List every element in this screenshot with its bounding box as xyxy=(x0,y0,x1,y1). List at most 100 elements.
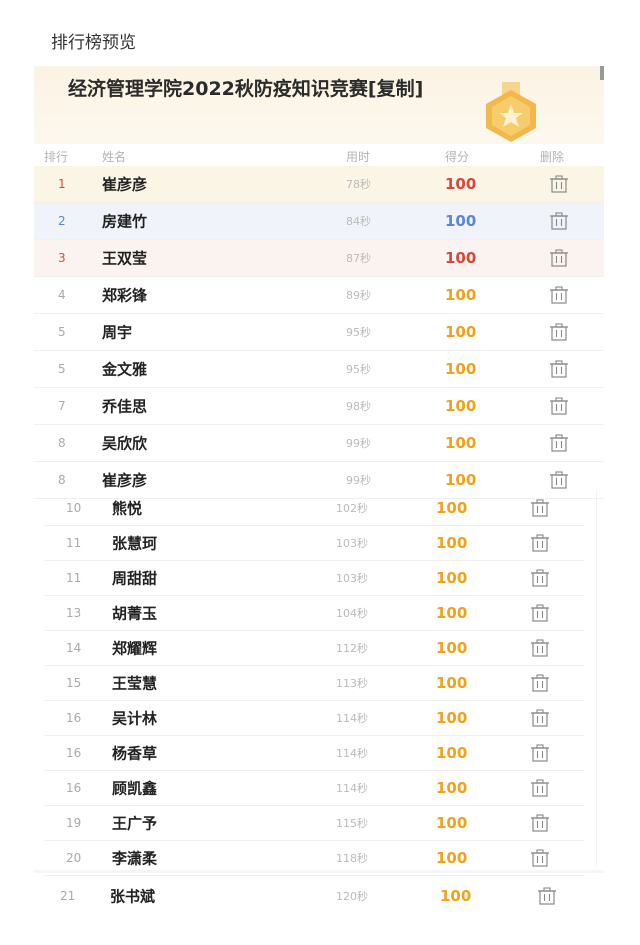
trash-icon[interactable] xyxy=(549,360,569,378)
trash-icon[interactable] xyxy=(549,212,569,230)
trash-icon[interactable] xyxy=(530,639,550,657)
rank-number: 8 xyxy=(58,436,66,450)
trash-icon[interactable] xyxy=(530,814,550,832)
time-used: 103秒 xyxy=(336,537,368,550)
header-name: 姓名 xyxy=(102,150,127,164)
score: 100 xyxy=(445,249,477,267)
table-row: 13 胡菁玉 104秒 100 xyxy=(44,596,584,631)
score: 100 xyxy=(436,604,468,622)
table-row: 16 吴计林 114秒 100 xyxy=(44,701,584,736)
participant-name: 周甜甜 xyxy=(112,569,158,588)
rank-number: 19 xyxy=(66,816,82,830)
table-row: 1 崔彦彦 78秒 100 xyxy=(34,166,604,203)
trash-icon[interactable] xyxy=(549,397,569,415)
participant-name: 顾凯鑫 xyxy=(112,779,158,798)
header-time: 用时 xyxy=(346,150,371,164)
score: 100 xyxy=(436,639,468,657)
time-used: 98秒 xyxy=(346,400,371,413)
rank-number: 21 xyxy=(60,889,76,903)
table-row: 11 张慧珂 103秒 100 xyxy=(44,526,584,561)
time-used: 113秒 xyxy=(336,677,368,690)
table-row: 8 吴欣欣 99秒 100 xyxy=(34,425,604,462)
time-used: 87秒 xyxy=(346,252,371,265)
trash-icon[interactable] xyxy=(549,286,569,304)
trash-icon[interactable] xyxy=(530,569,550,587)
score: 100 xyxy=(440,887,472,905)
rank-number: 14 xyxy=(66,641,82,655)
participant-name: 胡菁玉 xyxy=(112,604,158,623)
participant-name: 张慧珂 xyxy=(112,534,158,553)
time-used: 120秒 xyxy=(336,890,368,903)
table-row: 2 房建竹 84秒 100 xyxy=(34,203,604,240)
trash-icon[interactable] xyxy=(530,709,550,727)
table-header: 排行 姓名 用时 得分 删除 xyxy=(34,144,604,167)
table-row: 4 郑彩锋 89秒 100 xyxy=(34,277,604,314)
score: 100 xyxy=(445,286,477,304)
time-used: 114秒 xyxy=(336,712,368,725)
table-row: 10 熊悦 102秒 100 xyxy=(44,491,584,526)
trash-icon[interactable] xyxy=(549,323,569,341)
score: 100 xyxy=(445,175,477,193)
participant-name: 王双莹 xyxy=(102,249,148,268)
rank-number: 10 xyxy=(66,501,82,515)
score: 100 xyxy=(445,434,477,452)
participant-name: 郑耀辉 xyxy=(112,639,158,658)
rank-number: 15 xyxy=(66,676,82,690)
score: 100 xyxy=(436,534,468,552)
participant-name: 郑彩锋 xyxy=(102,286,148,305)
score: 100 xyxy=(445,323,477,341)
rank-number: 5 xyxy=(58,325,66,339)
participant-name: 乔佳思 xyxy=(102,397,148,416)
table-row: 5 金文雅 95秒 100 xyxy=(34,351,604,388)
table-row: 11 周甜甜 103秒 100 xyxy=(44,561,584,596)
trash-icon[interactable] xyxy=(549,175,569,193)
time-used: 114秒 xyxy=(336,747,368,760)
time-used: 84秒 xyxy=(346,215,371,228)
score: 100 xyxy=(436,569,468,587)
score: 100 xyxy=(436,744,468,762)
medal-icon xyxy=(486,82,536,142)
trash-icon[interactable] xyxy=(549,434,569,452)
banner-edge xyxy=(600,66,604,80)
banner: 经济管理学院2022秋防疫知识竞赛[复制] xyxy=(34,66,604,144)
time-used: 115秒 xyxy=(336,817,368,830)
trash-icon[interactable] xyxy=(530,849,550,867)
trash-icon[interactable] xyxy=(530,534,550,552)
header-rank: 排行 xyxy=(44,150,69,164)
time-used: 112秒 xyxy=(336,642,368,655)
table-row: 19 王广予 115秒 100 xyxy=(44,806,584,841)
time-used: 102秒 xyxy=(336,502,368,515)
participant-name: 崔彦彦 xyxy=(102,471,148,490)
time-used: 104秒 xyxy=(336,607,368,620)
trash-icon[interactable] xyxy=(530,779,550,797)
header-score: 得分 xyxy=(445,150,470,164)
table-row: 14 郑耀辉 112秒 100 xyxy=(44,631,584,666)
rank-number: 16 xyxy=(66,746,82,760)
score: 100 xyxy=(436,674,468,692)
trash-icon[interactable] xyxy=(530,744,550,762)
score: 100 xyxy=(436,849,468,867)
rank-number: 11 xyxy=(66,536,82,550)
trash-icon[interactable] xyxy=(530,674,550,692)
time-used: 103秒 xyxy=(336,572,368,585)
table-row: 15 王莹慧 113秒 100 xyxy=(44,666,584,701)
rank-number: 5 xyxy=(58,362,66,376)
participant-name: 王广予 xyxy=(112,814,158,833)
time-used: 78秒 xyxy=(346,178,371,191)
trash-icon[interactable] xyxy=(549,249,569,267)
right-divider xyxy=(596,491,597,866)
time-used: 89秒 xyxy=(346,289,371,302)
rank-number: 11 xyxy=(66,571,82,585)
participant-name: 崔彦彦 xyxy=(102,175,148,194)
section-divider xyxy=(34,870,604,873)
score: 100 xyxy=(445,471,477,489)
score: 100 xyxy=(436,709,468,727)
score: 100 xyxy=(445,212,477,230)
trash-icon[interactable] xyxy=(537,887,557,905)
table-row: 5 周宇 95秒 100 xyxy=(34,314,604,351)
trash-icon[interactable] xyxy=(530,499,550,517)
table-row: 3 王双莹 87秒 100 xyxy=(34,240,604,277)
table-row: 16 顾凯鑫 114秒 100 xyxy=(44,771,584,806)
trash-icon[interactable] xyxy=(549,471,569,489)
trash-icon[interactable] xyxy=(530,604,550,622)
